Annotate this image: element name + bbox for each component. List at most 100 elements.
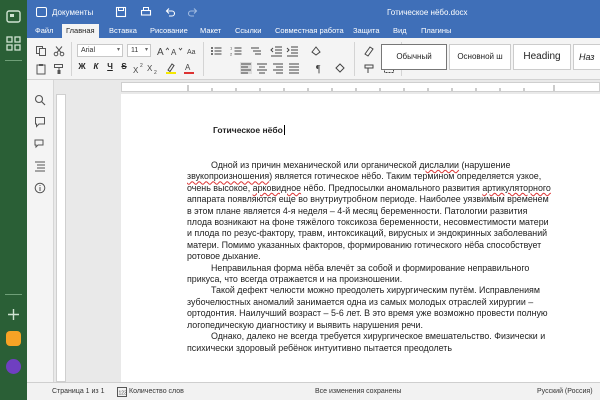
save-status: Все изменения сохранены [315, 388, 402, 395]
svg-text:123: 123 [119, 391, 128, 397]
svg-text:A: A [185, 63, 191, 72]
svg-text:X: X [147, 64, 153, 73]
language-selector[interactable]: Русский (Россия) [537, 388, 593, 395]
clear-formatting-icon[interactable] [363, 45, 375, 57]
style-heading[interactable]: Heading [513, 44, 571, 70]
print-icon[interactable] [140, 6, 152, 18]
align-left-icon[interactable] [240, 62, 252, 74]
documents-logo-icon[interactable] [36, 7, 47, 17]
font-size-select[interactable]: 11 ▾ [127, 44, 151, 57]
copy-icon[interactable] [35, 45, 47, 57]
tab-layout[interactable]: Макет [196, 24, 225, 38]
svg-text:X: X [133, 66, 139, 74]
page-counter[interactable]: Страница 1 из 1 [52, 388, 104, 395]
paragraph[interactable]: Одной из причин механической или органич… [187, 160, 553, 263]
tab-draw[interactable]: Рисование [146, 24, 192, 38]
style-title[interactable]: Наз [573, 44, 600, 70]
tab-view[interactable]: Вид [389, 24, 411, 38]
paragraph[interactable]: Такой дефект челюсти можно преодолеть хи… [187, 285, 553, 331]
word-count-icon[interactable]: 123 [117, 387, 127, 397]
redo-icon[interactable] [187, 6, 199, 18]
ribbon-separator [203, 42, 204, 76]
orange-app-icon[interactable] [6, 331, 21, 346]
document-page[interactable]: Готическое нёбо Одной из причин механиче… [121, 94, 600, 382]
svg-text:1: 1 [230, 46, 233, 51]
superscript-icon[interactable]: X2 [133, 62, 145, 75]
tab-home[interactable]: Главная [62, 24, 99, 38]
chevron-down-icon: ▾ [144, 47, 148, 53]
align-right-icon[interactable] [272, 62, 284, 74]
svg-text:A: A [157, 47, 164, 57]
undo-icon[interactable] [164, 6, 176, 18]
decrease-font-icon[interactable]: A [171, 45, 183, 57]
font-size-value: 11 [131, 47, 139, 54]
cut-icon[interactable] [53, 45, 65, 57]
svg-text:2: 2 [230, 52, 233, 57]
paste-icon[interactable] [35, 63, 47, 75]
document-filename: Готическое нёбо.docx [387, 8, 468, 17]
home-ribbon: Arial ▾ 11 ▾ A A Aa Ж К Ч S X2 X2 A 12 ¶… [27, 38, 600, 80]
apps-grid-icon[interactable] [6, 36, 21, 51]
add-icon[interactable] [6, 307, 21, 322]
tab-collaboration[interactable]: Совместная работа [271, 24, 348, 38]
numbered-list-icon[interactable]: 12 [230, 45, 242, 57]
navigation-icon[interactable] [34, 160, 46, 172]
paragraph-marks-icon[interactable]: ¶ [314, 62, 326, 75]
vertical-ruler[interactable] [56, 94, 66, 382]
increase-font-icon[interactable]: A [157, 45, 170, 58]
underline-button[interactable]: Ч [104, 62, 116, 71]
paragraph[interactable]: Однако, далеко не всегда требуется хирур… [187, 331, 553, 354]
italic-button[interactable]: К [90, 62, 102, 71]
fill-color-icon[interactable] [334, 62, 346, 74]
nonprinting-icon[interactable] [363, 62, 375, 74]
svg-text:2: 2 [154, 70, 157, 74]
status-bar: Страница 1 из 1 123 Количество слов Все … [27, 382, 600, 400]
dock-separator [5, 60, 22, 61]
chat-icon[interactable] [34, 138, 46, 150]
decrease-indent-icon[interactable] [270, 45, 282, 57]
files-app-icon[interactable] [6, 9, 21, 24]
chevron-down-icon: ▾ [116, 47, 120, 53]
title-bar: Документы Готическое нёбо.docx [27, 0, 600, 24]
document-body[interactable]: Одной из причин механической или органич… [187, 160, 553, 354]
save-icon[interactable] [115, 6, 127, 18]
ribbon-separator [354, 42, 355, 76]
change-case-icon[interactable]: Aa [187, 45, 199, 57]
justify-icon[interactable] [288, 62, 300, 74]
font-name-select[interactable]: Arial ▾ [77, 44, 123, 57]
tab-plugins[interactable]: Плагины [417, 24, 455, 38]
left-side-panel [27, 80, 54, 382]
subscript-icon[interactable]: X2 [147, 62, 159, 76]
strikethrough-button[interactable]: S [118, 62, 130, 71]
bullet-list-icon[interactable] [210, 45, 222, 57]
horizontal-ruler[interactable] [121, 82, 600, 92]
shading-icon[interactable] [310, 45, 322, 57]
paragraph[interactable]: Неправильная форма нёба влечёт за собой … [187, 263, 553, 286]
bold-button[interactable]: Ж [76, 62, 88, 71]
style-body-text[interactable]: Основной ш [449, 44, 511, 70]
tab-file[interactable]: Файл [31, 24, 57, 38]
search-icon[interactable] [34, 94, 46, 106]
increase-indent-icon[interactable] [286, 45, 298, 57]
os-dock [0, 0, 27, 400]
tab-insert[interactable]: Вставка [105, 24, 141, 38]
svg-text:Aa: Aa [187, 49, 196, 56]
comments-icon[interactable] [34, 116, 46, 128]
ribbon-separator [71, 42, 72, 76]
align-center-icon[interactable] [256, 62, 268, 74]
document-title[interactable]: Готическое нёбо [213, 125, 285, 135]
svg-text:2: 2 [140, 63, 143, 69]
style-normal[interactable]: Обычный [381, 44, 447, 70]
format-painter-icon[interactable] [53, 63, 65, 75]
documents-link[interactable]: Документы [52, 8, 93, 17]
multilevel-list-icon[interactable] [250, 45, 262, 57]
tab-references[interactable]: Ссылки [231, 24, 265, 38]
dock-separator [5, 294, 22, 295]
purple-app-icon[interactable] [6, 359, 21, 374]
info-icon[interactable] [34, 182, 46, 194]
word-count[interactable]: Количество слов [129, 388, 184, 395]
highlight-icon[interactable] [165, 62, 177, 74]
svg-text:A: A [171, 48, 177, 57]
tab-protection[interactable]: Защита [349, 24, 384, 38]
font-color-icon[interactable]: A [183, 62, 195, 74]
